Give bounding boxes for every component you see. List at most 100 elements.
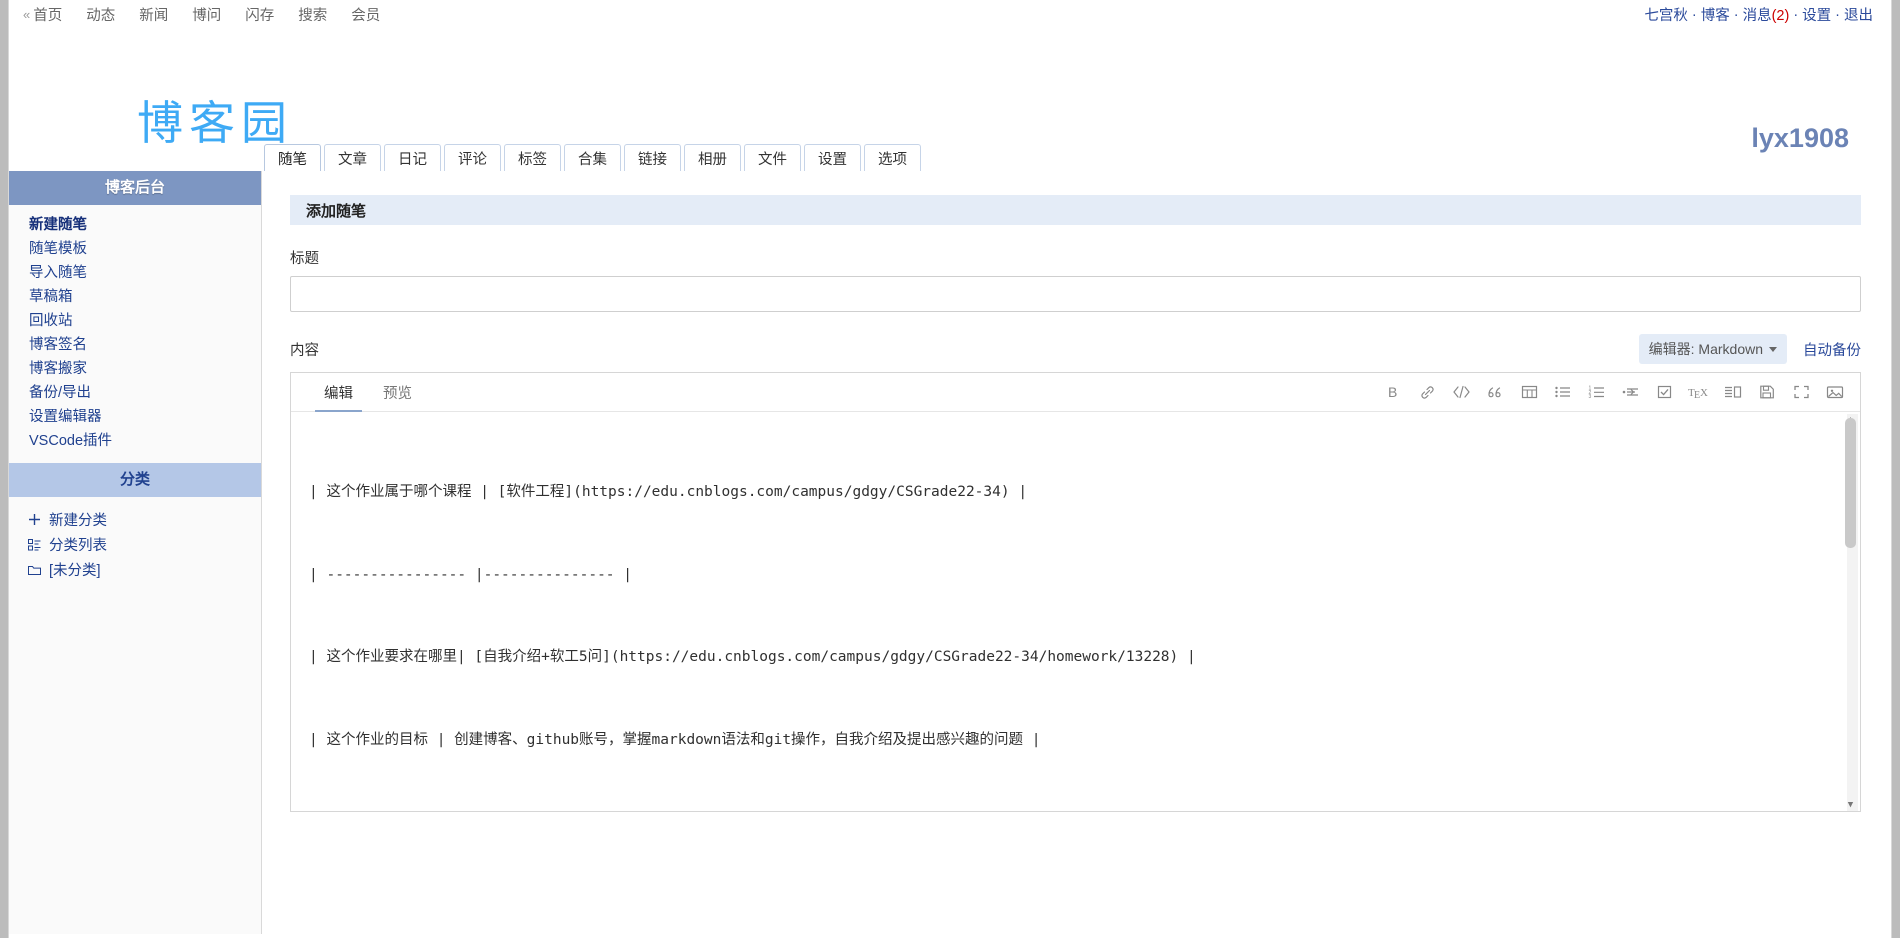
editor-type-label: 编辑器: Markdown [1648,341,1763,357]
editor-line: | ---------------- |--------------- | [309,566,633,583]
autosave-link[interactable]: 自动备份 [1803,339,1861,360]
tab-diary[interactable]: 日记 [384,144,441,171]
editor-type-select[interactable]: 编辑器: Markdown [1638,334,1787,364]
svg-text:B: B [1388,384,1397,400]
sidebar-category-label: [未分类] [49,563,101,579]
title-field-label: 标题 [290,251,319,267]
tab-files[interactable]: 文件 [744,144,801,171]
topnav-settings-link[interactable]: 设置 [1802,4,1831,25]
top-nav-right: 七宫秋 · 博客 · 消息(2) · 设置 · 退出 [1644,0,1873,29]
editor-scrollbar-thumb[interactable] [1845,418,1856,548]
folder-icon [27,559,42,584]
topnav-item-home[interactable]: 首页 [33,4,75,25]
sidebar-category-menu: 新建分类 分类列表 [未分类] [9,497,261,594]
sidebar-item-backup-export[interactable]: 备份/导出 [29,381,261,405]
topnav-item-news-feed[interactable]: 动态 [86,4,128,25]
tab-tags[interactable]: 标签 [504,144,561,171]
tab-comments[interactable]: 评论 [444,144,501,171]
top-nav-left: « 首页 动态 新闻 博问 闪存 搜索 会员 [9,4,404,25]
image-icon[interactable] [1818,377,1852,407]
editor-scrollbar-track[interactable]: ▲ ▼ [1845,414,1858,811]
sidebar-category-label: 分类列表 [49,538,107,554]
editor-toolbar: 编辑 预览 B 1 2 3 T E X [291,373,1860,412]
sidebar-item-editor-settings[interactable]: 设置编辑器 [29,405,261,429]
editor-tab-edit[interactable]: 编辑 [309,373,368,412]
messages-count-badge: (2) [1771,8,1790,24]
sidebar-category-label: 新建分类 [49,513,107,529]
sidebar-item-drafts[interactable]: 草稿箱 [29,285,261,309]
sidebar-item-uncategorized[interactable]: [未分类] [27,559,261,584]
messages-label: 消息 [1742,8,1772,24]
editor-line: | 这个作业要求在哪里| [自我介绍+软工5问](https://edu.cnb… [309,649,1196,665]
sidebar-title: 博客后台 [9,171,261,205]
sidebar-category-title: 分类 [9,463,261,497]
sidebar-item-vscode-plugin[interactable]: VSCode插件 [29,429,261,453]
panel-title: 添加随笔 [290,195,1861,225]
topnav-messages-link[interactable]: 消息(2) [1743,4,1790,25]
scroll-down-arrow-icon[interactable]: ▼ [1845,799,1856,811]
admin-tabbar: 随笔 文章 日记 评论 标签 合集 链接 相册 文件 设置 选项 [9,139,1891,171]
code-icon[interactable] [1444,377,1478,407]
editor-controls: 编辑器: Markdown 自动备份 [1638,334,1861,364]
chevron-down-icon [1769,346,1777,352]
chevron-left-icon: « [23,7,31,22]
svg-text:3: 3 [1589,394,1592,400]
sidebar-item-blog-migration[interactable]: 博客搬家 [29,357,261,381]
checkbox-icon[interactable] [1648,377,1682,407]
main-panel: 添加随笔 标题 内容 编辑器: Markdown 自动备份 编辑 预览 B 1 … [262,171,1891,934]
link-icon[interactable] [1410,377,1444,407]
numbered-list-icon[interactable]: 123 [1580,377,1614,407]
sidebar-item-recycle-bin[interactable]: 回收站 [29,309,261,333]
title-input[interactable] [290,276,1861,312]
topnav-item-q-and-a[interactable]: 博问 [192,4,234,25]
sidebar-item-new-category[interactable]: 新建分类 [27,509,261,534]
site-header: 博客园 lyx1908 [9,29,1891,153]
topnav-separator-3: · [1793,6,1799,23]
top-navigation: « 首页 动态 新闻 博问 闪存 搜索 会员 七宫秋 · 博客 · 消息(2) … [9,0,1891,29]
editor-line: | 这个作业的目标 | 创建博客、github账号，掌握markdown语法和g… [309,731,1041,748]
editor-line: | 这个作业属于哪个课程 | [软件工程](https://edu.cnblog… [309,484,1028,500]
sidebar-item-essay-template[interactable]: 随笔模板 [29,237,261,261]
sidebar-menu: 新建随笔 随笔模板 导入随笔 草稿箱 回收站 博客签名 博客搬家 备份/导出 设… [9,205,261,463]
topnav-separator-2: · [1733,6,1739,23]
editor-tab-preview[interactable]: 预览 [368,373,427,412]
topnav-item-flash[interactable]: 闪存 [245,4,287,25]
content-area: 博客后台 新建随笔 随笔模板 导入随笔 草稿箱 回收站 博客签名 博客搬家 备份… [9,171,1891,934]
plus-icon [27,509,42,534]
tab-articles[interactable]: 文章 [324,144,381,171]
editor-mode-tabs: 编辑 预览 [309,373,427,412]
topnav-username[interactable]: 七宫秋 [1644,4,1688,25]
markdown-textarea[interactable]: | 这个作业属于哪个课程 | [软件工程](https://edu.cnblog… [291,412,1860,811]
tab-settings[interactable]: 设置 [804,144,861,171]
bullet-list-icon[interactable] [1546,377,1580,407]
sidebar-item-new-essay[interactable]: 新建随笔 [29,213,261,237]
markdown-editor: 编辑 预览 B 1 2 3 T E X | 这个作业属于哪个课程 | [软件工程… [290,372,1861,812]
tex-icon[interactable]: TEX [1682,377,1716,407]
content-field-label: 内容 [290,342,319,359]
tab-options[interactable]: 选项 [864,144,921,171]
table-icon[interactable] [1512,377,1546,407]
save-icon[interactable] [1750,377,1784,407]
tab-links[interactable]: 链接 [624,144,681,171]
bold-icon[interactable]: B [1376,377,1410,407]
list-icon [27,534,42,559]
indent-icon[interactable] [1614,377,1648,407]
tab-albums[interactable]: 相册 [684,144,741,171]
tab-collections[interactable]: 合集 [564,144,621,171]
fullscreen-icon[interactable] [1784,377,1818,407]
topnav-logout-link[interactable]: 退出 [1844,4,1873,25]
content-field-row: 内容 编辑器: Markdown 自动备份 [290,334,1861,364]
sidebar-item-category-list[interactable]: 分类列表 [27,534,261,559]
page-root: « 首页 动态 新闻 博问 闪存 搜索 会员 七宫秋 · 博客 · 消息(2) … [8,0,1892,938]
sidebar-item-import-essay[interactable]: 导入随笔 [29,261,261,285]
split-view-icon[interactable] [1716,377,1750,407]
topnav-item-members[interactable]: 会员 [351,4,393,25]
topnav-separator-4: · [1835,6,1840,23]
topnav-item-news[interactable]: 新闻 [139,4,181,25]
sidebar-item-blog-signature[interactable]: 博客签名 [29,333,261,357]
tab-essays[interactable]: 随笔 [264,144,321,171]
quote-icon[interactable] [1478,377,1512,407]
topnav-blog-link[interactable]: 博客 [1701,4,1730,25]
topnav-item-search[interactable]: 搜索 [298,4,340,25]
